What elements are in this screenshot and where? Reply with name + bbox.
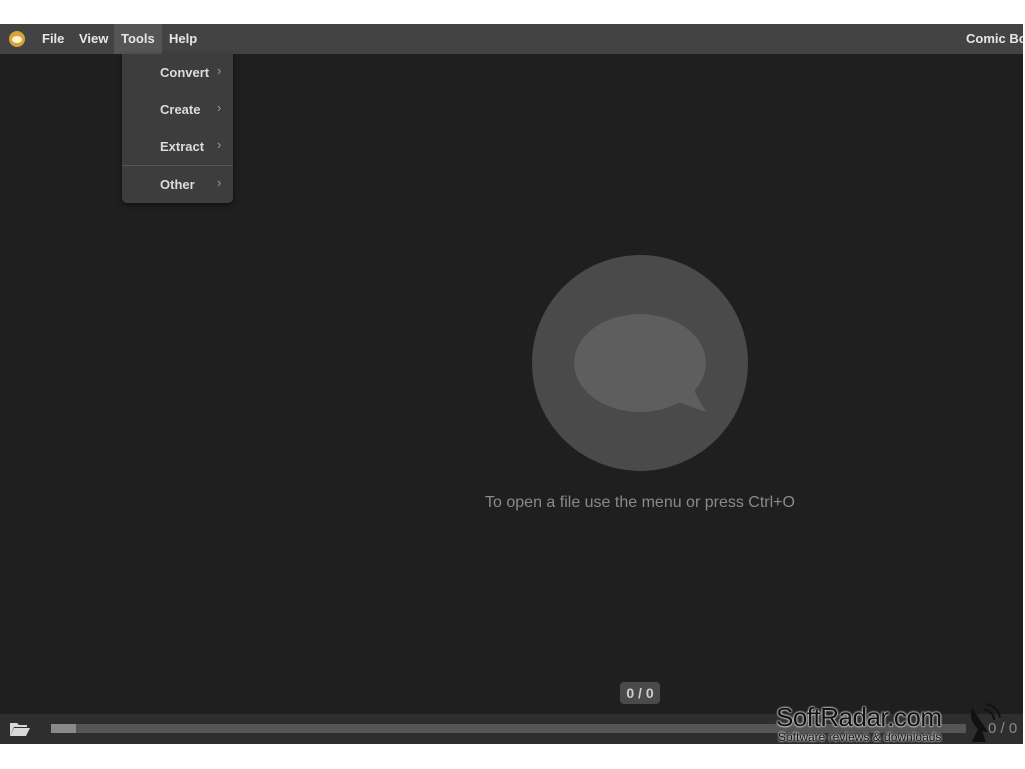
menu-bar: File View Tools Help Comic Bo — [0, 24, 1023, 54]
menu-tools[interactable]: Tools — [114, 24, 162, 54]
open-file-hint: To open a file use the menu or press Ctr… — [485, 494, 795, 511]
speech-bubble-icon — [9, 31, 25, 47]
menu-item-label: Create — [160, 102, 201, 117]
watermark-brand: SoftRadar.com — [776, 702, 942, 732]
menu-help[interactable]: Help — [162, 24, 204, 54]
menu-item-convert[interactable]: Convert › — [122, 54, 233, 91]
satellite-dish-icon — [970, 703, 1001, 742]
watermark-tagline: Software reviews & downloads — [778, 730, 942, 744]
menu-item-label: Convert — [160, 65, 210, 80]
menu-item-label: Other — [160, 177, 195, 192]
menu-item-extract[interactable]: Extract › — [122, 128, 233, 165]
speech-bubble-icon — [574, 314, 706, 412]
slider-handle[interactable] — [51, 724, 76, 733]
app-window: File View Tools Help Comic Bo Convert › … — [0, 24, 1023, 744]
chevron-right-icon: › — [217, 137, 222, 152]
folder-open-icon[interactable] — [9, 721, 31, 737]
softradar-watermark: SoftRadar.com Software reviews & downloa… — [776, 702, 1006, 748]
menu-item-other[interactable]: Other › — [122, 166, 233, 203]
page-counter-badge: 0 / 0 — [620, 682, 660, 704]
chevron-right-icon: › — [217, 175, 222, 190]
menu-view[interactable]: View — [72, 24, 115, 54]
tools-dropdown-menu: Convert › Create › Extract › Other › — [122, 54, 233, 203]
chevron-right-icon: › — [217, 100, 222, 115]
app-title: Comic Bo — [966, 31, 1023, 46]
chevron-right-icon: › — [217, 63, 222, 78]
empty-state-circle — [532, 255, 748, 471]
menu-item-label: Extract — [160, 139, 205, 154]
menu-file[interactable]: File — [35, 24, 71, 54]
menu-item-create[interactable]: Create › — [122, 91, 233, 128]
